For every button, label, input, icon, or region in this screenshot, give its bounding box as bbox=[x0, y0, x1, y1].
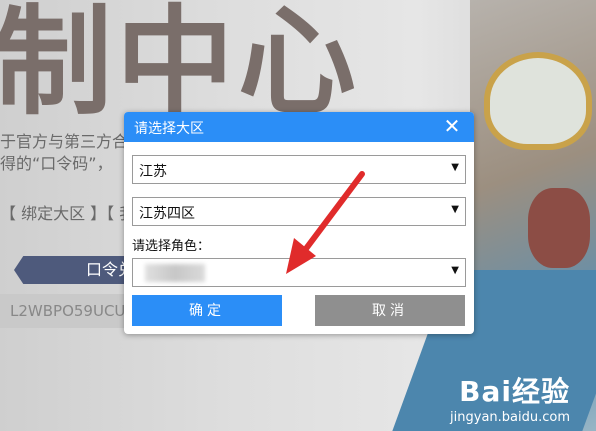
close-icon[interactable]: ✕ bbox=[442, 115, 462, 137]
background-text-line: 得的“口令码”， bbox=[0, 154, 113, 173]
dialog-title: 请选择大区 bbox=[134, 121, 204, 137]
province-select-value: 江苏 bbox=[139, 164, 167, 180]
confirm-button[interactable]: 确定 bbox=[132, 295, 282, 326]
role-select[interactable]: ▼ bbox=[132, 258, 466, 287]
watermark-url: jingyan.baidu.com bbox=[450, 410, 570, 425]
character-head bbox=[528, 188, 590, 268]
character-hat bbox=[484, 52, 592, 150]
select-region-dialog: 请选择大区 ✕ 江苏 ▼ 江苏四区 ▼ 请选择角色： ▼ 确定 取消 bbox=[124, 112, 474, 334]
chevron-down-icon: ▼ bbox=[451, 204, 459, 215]
baidu-watermark: Bai经验 jingyan.baidu.com bbox=[450, 370, 570, 425]
chevron-down-icon: ▼ bbox=[451, 265, 459, 276]
dialog-header: 请选择大区 ✕ bbox=[124, 112, 474, 142]
background-tab: 口令兑 bbox=[14, 256, 130, 284]
background-text-line: 【 绑定大区 】【 我 bbox=[0, 204, 136, 223]
chevron-down-icon: ▼ bbox=[451, 162, 459, 173]
server-select-value: 江苏四区 bbox=[139, 206, 195, 222]
province-select[interactable]: 江苏 ▼ bbox=[132, 155, 466, 184]
watermark-logo: Bai经验 bbox=[459, 375, 570, 408]
server-select[interactable]: 江苏四区 ▼ bbox=[132, 197, 466, 226]
background-text-line: 于官方与第三方合作 bbox=[0, 132, 145, 151]
role-label: 请选择角色： bbox=[132, 239, 211, 254]
background-code: L2WBPO59UCU bbox=[0, 294, 130, 328]
cancel-button[interactable]: 取消 bbox=[315, 295, 465, 326]
blurred-role-name bbox=[145, 264, 205, 282]
